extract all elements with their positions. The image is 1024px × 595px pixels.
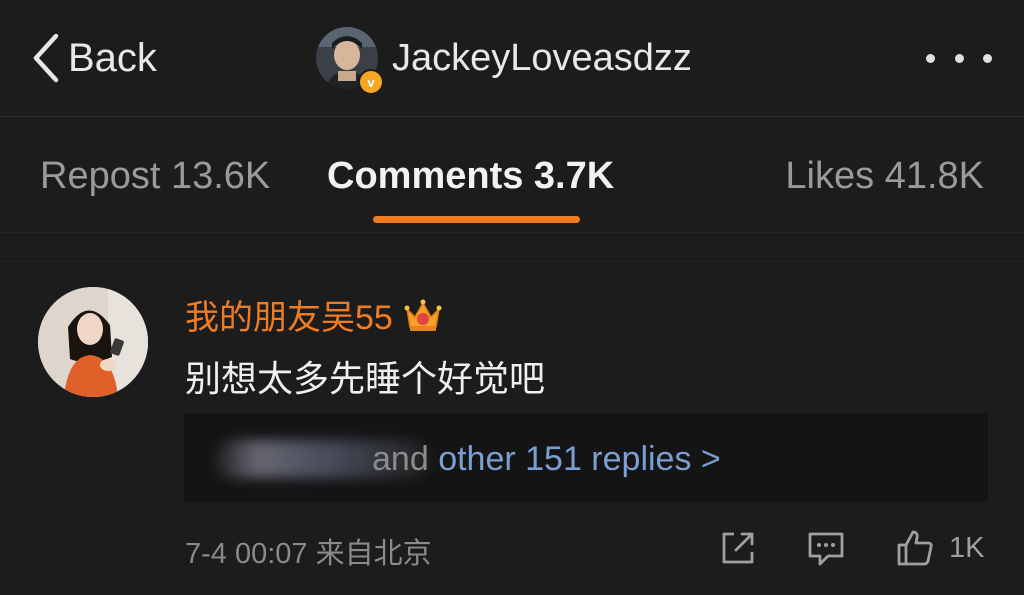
- crown-icon: [404, 299, 442, 331]
- thumbs-up-icon: [897, 530, 933, 566]
- more-options-button[interactable]: [926, 48, 992, 68]
- share-icon: [722, 532, 754, 564]
- divider: [0, 261, 1024, 262]
- back-button[interactable]: Back: [28, 30, 157, 86]
- like-button[interactable]: 1K: [895, 526, 984, 570]
- comment-meta: 7-4 00:07 来自北京: [185, 530, 432, 572]
- tab-likes[interactable]: Likes 41.8K: [785, 155, 984, 198]
- tab-comments[interactable]: Comments 3.7K: [327, 155, 614, 198]
- comment-timestamp: 7-4 00:07: [185, 538, 308, 570]
- avatar[interactable]: v: [316, 27, 384, 95]
- more-dots-icon: [983, 53, 992, 63]
- reply-button[interactable]: [806, 526, 846, 570]
- chevron-left-icon: [33, 33, 59, 83]
- like-count: 1K: [949, 531, 985, 564]
- profile-header[interactable]: v JackeyLoveasdzz: [316, 26, 692, 95]
- commenter-name[interactable]: 我的朋友吴55: [185, 290, 393, 339]
- comment-icon: [808, 532, 844, 566]
- commenter-name-row[interactable]: 我的朋友吴55: [185, 290, 443, 339]
- more-dots-icon: [954, 53, 964, 63]
- active-tab-indicator: [373, 216, 580, 223]
- back-label: Back: [68, 35, 157, 80]
- commenter-avatar[interactable]: [38, 287, 148, 397]
- view-replies-link[interactable]: other 151 replies >: [438, 440, 721, 478]
- more-dots-icon: [926, 53, 935, 63]
- profile-username[interactable]: JackeyLoveasdzz: [392, 37, 692, 80]
- verified-icon: v: [358, 69, 384, 95]
- tab-repost[interactable]: Repost 13.6K: [40, 155, 270, 198]
- tab-bar: Repost 13.6K Comments 3.7K Likes 41.8K: [0, 117, 1024, 233]
- comment-location: 来自北京: [315, 538, 432, 570]
- share-button[interactable]: [718, 526, 758, 570]
- replies-prefix: and: [372, 440, 429, 478]
- top-navigation-bar: Back v JackeyLoveasdzz: [0, 0, 1024, 117]
- replies-link-row[interactable]: and other 151 replies >: [372, 440, 721, 479]
- avatar-image: [38, 287, 148, 397]
- comment-text: 别想太多先睡个好觉吧: [185, 358, 546, 399]
